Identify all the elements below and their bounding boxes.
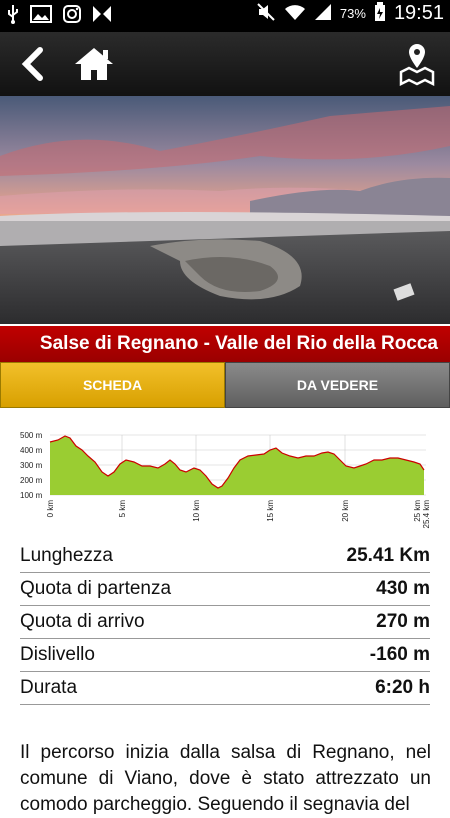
y-tick-500: 500 m [20, 431, 43, 440]
stat-value: 6:20 h [375, 677, 430, 698]
stat-row-durata: Durata 6:20 h [20, 672, 430, 705]
mute-icon [256, 2, 276, 25]
y-tick-300: 300 m [20, 461, 43, 470]
stat-row-quota-partenza: Quota di partenza 430 m [20, 573, 430, 606]
instagram-icon [62, 4, 82, 29]
x-tick-5: 5 km [118, 500, 127, 518]
page-title: Salse di Regnano - Valle del Rio della R… [0, 326, 450, 362]
x-tick-25: 25 km [413, 500, 422, 522]
y-tick-400: 400 m [20, 446, 43, 455]
x-tick-25-4: 25.4 km [422, 500, 431, 529]
stat-value: 270 m [376, 611, 430, 632]
stat-row-dislivello: Dislivello -160 m [20, 639, 430, 672]
hero-photo [0, 96, 450, 324]
map-pin-icon [399, 44, 435, 86]
tab-bar: SCHEDA DA VEDERE [0, 362, 450, 408]
battery-icon [374, 2, 386, 25]
clock: 19:51 [393, 2, 444, 24]
stat-value: -160 m [369, 644, 430, 665]
home-icon [75, 48, 113, 80]
x-tick-10: 10 km [192, 500, 201, 522]
stat-label: Dislivello [20, 644, 95, 665]
route-stats: Lunghezza 25.41 Km Quota di partenza 430… [20, 540, 430, 705]
stat-label: Quota di arrivo [20, 611, 145, 632]
x-tick-15: 15 km [266, 500, 275, 522]
stat-value: 430 m [376, 578, 430, 599]
stat-row-quota-arrivo: Quota di arrivo 270 m [20, 606, 430, 639]
y-tick-100: 100 m [20, 491, 43, 500]
wifi-icon [284, 3, 306, 24]
battery-percent: 73% [339, 6, 366, 21]
bowtie-icon [92, 5, 112, 28]
y-tick-200: 200 m [20, 476, 43, 485]
route-description: Il percorso inizia dalla salsa di Regnan… [20, 742, 431, 815]
x-tick-0: 0 km [46, 500, 55, 518]
x-tick-20: 20 km [341, 500, 350, 522]
stat-label: Durata [20, 677, 78, 698]
home-button[interactable] [68, 32, 120, 96]
elevation-area [50, 436, 424, 495]
elevation-profile: 500 m 400 m 300 m 200 m 100 m 0 km 5 km … [10, 420, 440, 530]
stat-value: 25.41 Km [346, 545, 430, 566]
gallery-icon [30, 5, 52, 28]
stat-label: Lunghezza [20, 545, 113, 566]
stat-label: Quota di partenza [20, 578, 172, 599]
status-bar: 73% 19:51 [0, 0, 450, 32]
back-arrow-icon [21, 47, 43, 81]
map-button[interactable] [394, 32, 440, 96]
signal-icon [314, 3, 332, 24]
tab-da-vedere[interactable]: DA VEDERE [225, 362, 450, 408]
tab-scheda[interactable]: SCHEDA [0, 362, 225, 408]
stat-row-lunghezza: Lunghezza 25.41 Km [20, 540, 430, 573]
app-toolbar [0, 32, 450, 96]
back-button[interactable] [10, 32, 56, 96]
usb-icon [6, 4, 20, 29]
